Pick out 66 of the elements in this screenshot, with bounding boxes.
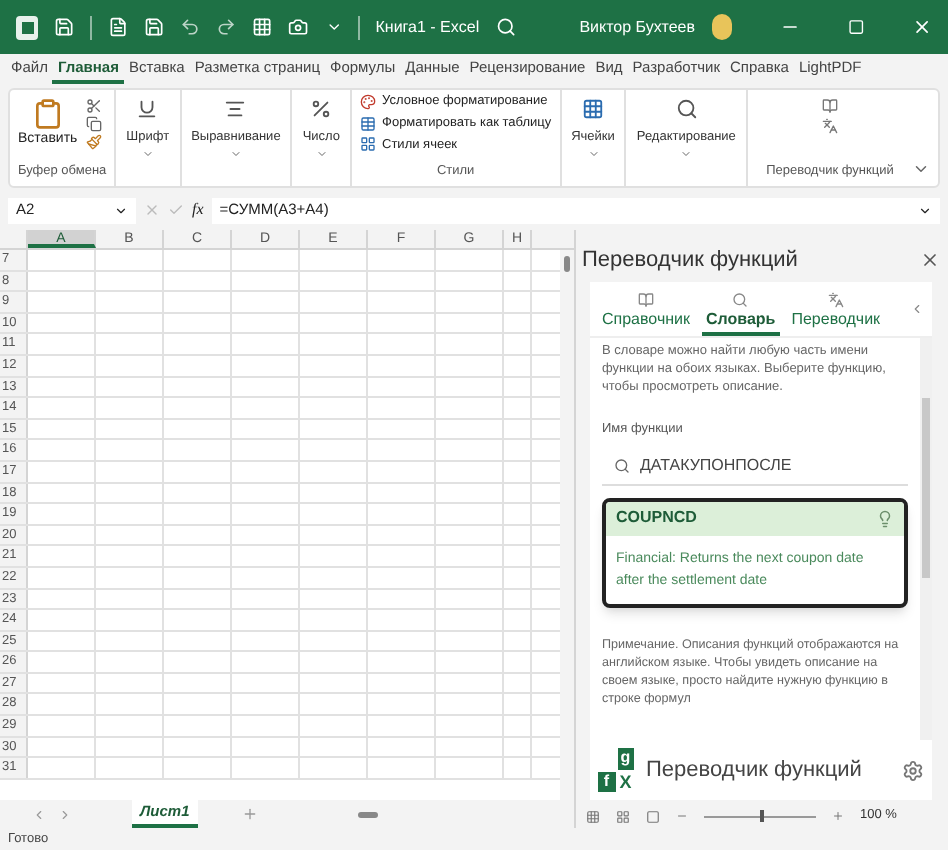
user-name: Виктор Бухтеев [579, 15, 695, 39]
caret-icon [141, 147, 154, 160]
search-icon [614, 457, 630, 474]
save-icon[interactable] [144, 16, 165, 38]
page-layout-icon[interactable] [616, 809, 630, 823]
prev-sheet-icon[interactable] [32, 807, 46, 821]
caret-icon [918, 203, 932, 217]
footer-title: Переводчик функций [646, 755, 862, 786]
format-icon [360, 93, 377, 110]
lightbulb-icon[interactable] [876, 509, 894, 528]
grid-icon[interactable] [252, 16, 273, 38]
camera-icon[interactable] [288, 16, 310, 38]
editing-icon [675, 98, 698, 120]
search-field[interactable]: ДАТАКУПОНПОСЛЕ [602, 453, 908, 486]
vertical-scrollbar[interactable] [560, 250, 574, 800]
function-name: COUPNCD [616, 506, 697, 531]
pane-scrollbar[interactable] [920, 338, 932, 740]
save-icon[interactable] [54, 16, 75, 38]
pane-tab[interactable]: Переводчик [787, 292, 885, 336]
document-icon[interactable] [108, 16, 129, 38]
alignment-icon [224, 98, 247, 120]
caret-icon [114, 203, 128, 217]
close-icon[interactable] [920, 250, 940, 270]
logo-letter: X [617, 771, 634, 792]
logo-letter: f [598, 771, 615, 792]
pane-tab[interactable]: Словарь [702, 292, 780, 336]
paste-icon [31, 98, 64, 130]
maximize-icon[interactable] [847, 18, 864, 36]
normal-view-icon[interactable] [586, 809, 600, 823]
cells-icon [582, 98, 604, 120]
page-break-icon[interactable] [646, 809, 660, 823]
close-icon[interactable] [911, 16, 933, 38]
horizontal-scrollbar[interactable] [357, 811, 378, 817]
undo-icon[interactable] [180, 16, 201, 38]
window-title: Книга1 - Excel [375, 15, 480, 39]
search-icon [732, 292, 749, 308]
excel-logo-icon [16, 15, 38, 39]
book-icon [638, 292, 654, 308]
next-sheet-icon[interactable] [58, 807, 72, 821]
brush-icon[interactable] [85, 134, 102, 150]
avatar-icon[interactable] [711, 14, 732, 40]
translate-icon [827, 292, 844, 308]
collapse-icon[interactable] [912, 160, 930, 178]
caret-icon [680, 147, 693, 160]
table-icon [360, 115, 377, 132]
zoom-in-icon[interactable] [832, 810, 844, 822]
scroll-tabs-icon[interactable] [910, 302, 924, 316]
caret-icon [315, 147, 328, 160]
caret-icon [229, 147, 242, 160]
book-icon[interactable] [821, 98, 838, 114]
pane-tab[interactable]: Справочник [598, 292, 694, 336]
add-sheet-icon[interactable] [241, 806, 258, 822]
function-icon[interactable]: fx [192, 198, 204, 222]
number-icon [310, 98, 333, 120]
scissors-icon[interactable] [85, 98, 102, 114]
redo-icon[interactable] [216, 16, 237, 38]
caret-icon [587, 147, 599, 160]
logo-letter: g [617, 748, 634, 769]
search-icon[interactable] [495, 16, 516, 38]
pane-title: Переводчик функций [582, 245, 798, 276]
copy-icon[interactable] [85, 116, 102, 132]
styles-icon [360, 136, 377, 153]
translate-icon[interactable] [821, 118, 838, 134]
caret-icon[interactable] [325, 18, 342, 36]
settings-icon[interactable] [902, 759, 924, 781]
zoom-slider[interactable] [704, 810, 816, 822]
